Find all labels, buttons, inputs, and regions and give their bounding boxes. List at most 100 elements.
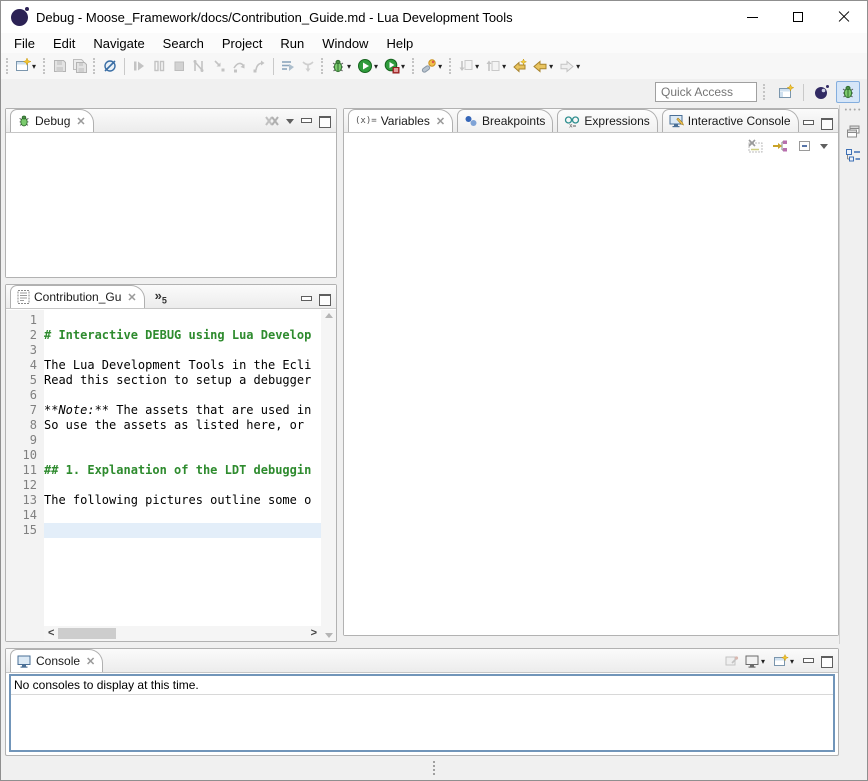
- maximize-view-icon[interactable]: [318, 116, 330, 126]
- code-line[interactable]: [44, 313, 321, 328]
- trim-drag-handle[interactable]: ••••: [845, 107, 863, 114]
- code-line[interactable]: ## 1. Explanation of the LDT debuggin: [44, 463, 321, 478]
- close-tab-icon[interactable]: ✕: [86, 655, 95, 668]
- terminate-button[interactable]: [169, 56, 189, 76]
- line-number: 9: [6, 433, 37, 448]
- step-filters-config-button[interactable]: [298, 56, 318, 76]
- new-wizard-button[interactable]: ▾: [13, 56, 40, 76]
- skip-all-breakpoints-button[interactable]: [100, 56, 120, 76]
- hidden-editors-chevron[interactable]: »5: [145, 286, 177, 308]
- show-logical-structure-icon[interactable]: [772, 139, 789, 153]
- lua-perspective-button[interactable]: [809, 81, 834, 104]
- debug-button[interactable]: ▾: [328, 56, 355, 76]
- outline-view-icon[interactable]: [845, 148, 862, 164]
- collapse-all-icon[interactable]: [797, 139, 812, 153]
- minimize-view-icon[interactable]: [300, 294, 312, 304]
- scroll-right-icon[interactable]: >: [307, 626, 321, 641]
- step-over-icon: [231, 58, 247, 74]
- code-line[interactable]: The following pictures outline some o: [44, 493, 321, 508]
- tab-variables[interactable]: (x)= Variables ✕: [348, 109, 453, 132]
- code-line[interactable]: Read this section to setup a debugger: [44, 373, 321, 388]
- restore-view-icon[interactable]: [846, 124, 862, 138]
- open-console-button[interactable]: ▾: [773, 654, 796, 668]
- remove-all-terminated-icon[interactable]: [264, 114, 280, 128]
- minimize-view-icon[interactable]: [802, 118, 814, 128]
- open-perspective-button[interactable]: [774, 81, 798, 103]
- suspend-button[interactable]: [149, 56, 169, 76]
- tab-contribution-guide[interactable]: Contribution_Gu ✕: [10, 285, 145, 308]
- code-line[interactable]: [44, 523, 321, 538]
- quick-access-input[interactable]: [655, 82, 757, 102]
- code-line[interactable]: The Lua Development Tools in the Ecli: [44, 358, 321, 373]
- tab-debug[interactable]: Debug ✕: [10, 109, 94, 132]
- step-into-button[interactable]: [209, 56, 229, 76]
- close-tab-icon[interactable]: ✕: [76, 115, 85, 128]
- menu-navigate[interactable]: Navigate: [84, 34, 153, 53]
- external-tools-button[interactable]: ▾: [419, 56, 446, 76]
- menu-edit[interactable]: Edit: [44, 34, 84, 53]
- menu-file[interactable]: File: [5, 34, 44, 53]
- previous-annotation-button[interactable]: ▾: [483, 56, 510, 76]
- editor-vertical-scrollbar[interactable]: [321, 310, 336, 641]
- editor-body[interactable]: 123456789101112131415 # Interactive DEBU…: [6, 310, 336, 641]
- back-button[interactable]: ▾: [530, 56, 557, 76]
- scroll-down-icon[interactable]: [325, 633, 333, 638]
- display-selected-console-button[interactable]: ▾: [745, 655, 767, 668]
- menu-run[interactable]: Run: [271, 34, 313, 53]
- next-annotation-button[interactable]: ▾: [456, 56, 483, 76]
- step-filters-config-icon: [300, 58, 316, 74]
- code-text-area[interactable]: # Interactive DEBUG using Lua Develop Th…: [44, 310, 321, 641]
- scrollbar-thumb[interactable]: [58, 628, 116, 639]
- save-all-button[interactable]: [70, 56, 90, 76]
- editor-horizontal-scrollbar[interactable]: < >: [44, 626, 321, 641]
- disconnect-button[interactable]: [189, 56, 209, 76]
- scroll-up-icon[interactable]: [325, 313, 333, 318]
- step-return-button[interactable]: [249, 56, 269, 76]
- breakpoints-icon: [464, 115, 478, 127]
- close-tab-icon[interactable]: ✕: [436, 115, 445, 128]
- maximize-view-icon[interactable]: [820, 118, 832, 128]
- code-line[interactable]: [44, 508, 321, 523]
- last-edit-location-button[interactable]: [510, 56, 530, 76]
- menu-help[interactable]: Help: [377, 34, 422, 53]
- minimize-view-icon[interactable]: [802, 656, 814, 666]
- close-tab-icon[interactable]: ✕: [127, 291, 136, 304]
- maximize-button[interactable]: [775, 1, 821, 33]
- maximize-view-icon[interactable]: [318, 294, 330, 304]
- code-line[interactable]: # Interactive DEBUG using Lua Develop: [44, 328, 321, 343]
- resume-button[interactable]: [129, 56, 149, 76]
- code-line[interactable]: So use the assets as listed here, or: [44, 418, 321, 433]
- use-step-filters-button[interactable]: [278, 56, 298, 76]
- pin-console-icon[interactable]: [724, 654, 739, 668]
- tab-breakpoints[interactable]: Breakpoints: [457, 109, 553, 132]
- code-line[interactable]: [44, 448, 321, 463]
- tab-expressions[interactable]: x= Expressions: [557, 109, 657, 132]
- code-line[interactable]: **Note:** The assets that are used in: [44, 403, 321, 418]
- run-button[interactable]: ▾: [355, 56, 382, 76]
- run-coverage-button[interactable]: ▾: [382, 56, 409, 76]
- menu-window[interactable]: Window: [313, 34, 377, 53]
- menu-search[interactable]: Search: [154, 34, 213, 53]
- minimize-button[interactable]: [729, 1, 775, 33]
- forward-button[interactable]: ▾: [557, 56, 584, 76]
- code-line[interactable]: [44, 388, 321, 403]
- code-line[interactable]: [44, 343, 321, 358]
- tab-interactive-console[interactable]: Interactive Console: [662, 109, 799, 132]
- code-line[interactable]: [44, 478, 321, 493]
- step-over-button[interactable]: [229, 56, 249, 76]
- code-line[interactable]: [44, 433, 321, 448]
- console-body[interactable]: No consoles to display at this time.: [9, 674, 835, 752]
- minimize-view-icon[interactable]: [300, 116, 312, 126]
- tab-console[interactable]: Console ✕: [10, 649, 103, 672]
- scroll-left-icon[interactable]: <: [44, 626, 58, 641]
- view-menu-icon[interactable]: [286, 119, 294, 124]
- debug-perspective-button[interactable]: [836, 81, 860, 103]
- show-type-names-icon[interactable]: [747, 139, 764, 153]
- statusbar-drag-handle[interactable]: [433, 761, 435, 775]
- view-menu-icon[interactable]: [820, 144, 828, 149]
- menu-project[interactable]: Project: [213, 34, 271, 53]
- maximize-view-icon[interactable]: [820, 656, 832, 666]
- close-button[interactable]: [821, 1, 867, 33]
- save-button[interactable]: [50, 56, 70, 76]
- line-number: 11: [6, 463, 37, 478]
